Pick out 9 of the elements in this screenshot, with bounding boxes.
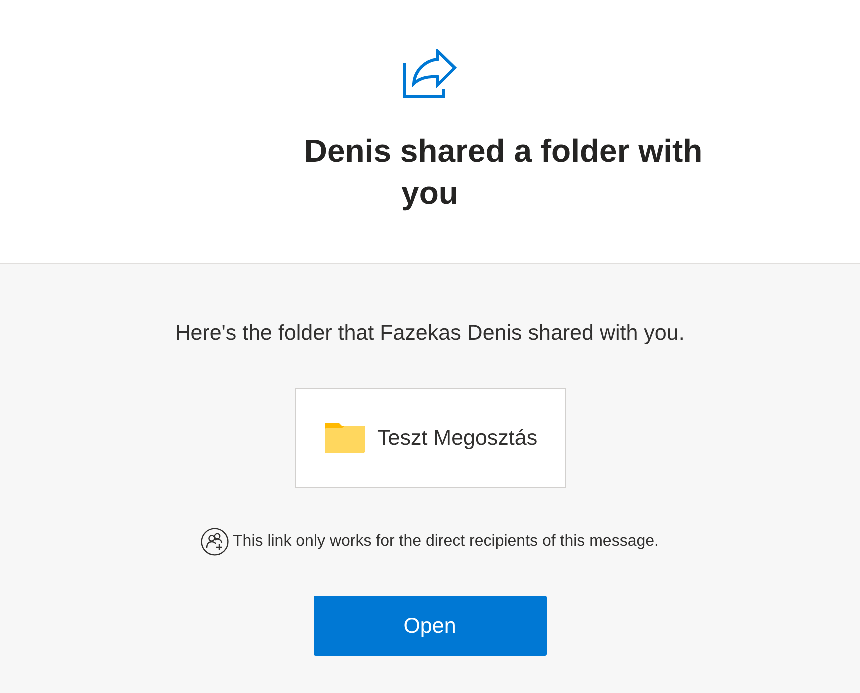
folder-icon <box>324 423 364 453</box>
share-icon <box>402 49 458 99</box>
share-message: Here's the folder that Fazekas Denis shared with you. <box>175 320 685 347</box>
folder-card[interactable]: Teszt Megosztás <box>294 388 566 488</box>
link-notice: This link only works for the direct recipients of this message. <box>233 532 659 552</box>
share-title: Denis shared a folder with you <box>303 132 704 213</box>
people-icon <box>201 528 230 556</box>
open-button[interactable]: Open <box>314 596 546 656</box>
folder-name: Teszt Megosztás <box>378 425 538 452</box>
